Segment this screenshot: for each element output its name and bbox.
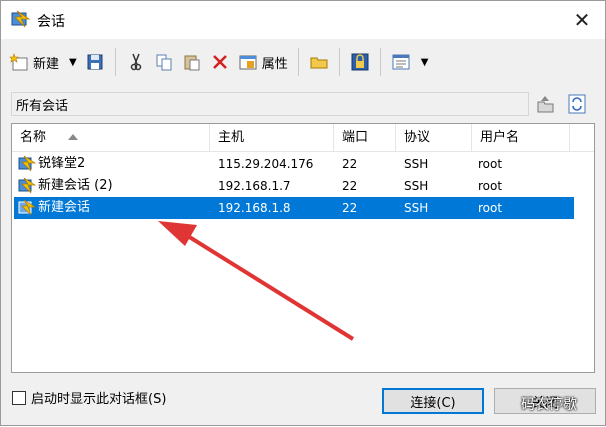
paste-button[interactable] [178, 47, 206, 77]
window-title: 会话 [37, 14, 65, 30]
lock-icon [351, 53, 369, 71]
sort-ascending-icon [68, 134, 78, 140]
session-protocol: SSH [404, 201, 429, 215]
session-port: 22 [342, 201, 358, 215]
session-protocol: SSH [404, 179, 429, 193]
current-path: 所有会话 [16, 99, 69, 114]
cut-icon [130, 53, 141, 71]
close-icon[interactable]: ✕ [559, 1, 605, 39]
toolbar-separator [379, 48, 381, 76]
toolbar-separator [114, 48, 116, 76]
path-tools [535, 93, 587, 115]
title-bar: 会话 ✕ [1, 1, 605, 39]
save-button[interactable] [81, 47, 109, 77]
properties-icon [239, 55, 257, 70]
session-protocol: SSH [404, 157, 429, 171]
table-row[interactable]: 新建会话 (2) 192.168.1.7 22 SSH root [14, 175, 574, 197]
view-button[interactable]: ▼ [387, 47, 433, 77]
toolbar-separator [297, 48, 299, 76]
session-host: 192.168.1.7 [218, 179, 291, 193]
folder-button[interactable] [305, 47, 333, 77]
table-row-selected[interactable]: 新建会话 192.168.1.8 22 SSH root [14, 197, 574, 219]
show-on-startup-checkbox[interactable]: 启动时显示此对话框(S) [12, 388, 166, 407]
properties-button[interactable]: 属性 [234, 47, 292, 77]
session-host: 192.168.1.8 [218, 201, 291, 215]
new-session-icon [9, 53, 28, 71]
checkbox-box[interactable] [12, 390, 26, 405]
session-name: 新建会话 (2) [38, 178, 113, 193]
up-folder-icon[interactable] [535, 93, 555, 115]
session-name: 锐锋堂2 [38, 156, 86, 171]
session-icon [18, 199, 36, 216]
watermark-text: 码农停歇 [521, 397, 577, 413]
session-icon [18, 155, 36, 172]
properties-label: 属性 [261, 56, 288, 72]
list-header: 名称 主机 端口 协议 用户名 [12, 124, 594, 152]
view-icon [392, 54, 410, 70]
toolbar: 新建 ▼ 属性 ▼ [5, 43, 432, 81]
copy-icon [156, 54, 172, 71]
session-user: root [478, 201, 503, 215]
path-bar: 所有会话 [11, 92, 529, 116]
save-icon [87, 54, 103, 70]
session-name: 新建会话 [38, 200, 91, 215]
folder-icon [310, 57, 328, 69]
table-row[interactable]: 锐锋堂2 115.29.204.176 22 SSH root [14, 153, 574, 175]
chevron-down-icon[interactable]: ▼ [69, 57, 77, 68]
session-icon [18, 177, 36, 194]
lock-button[interactable] [346, 47, 374, 77]
session-user: root [478, 157, 503, 171]
sessions-dialog: 会话 ✕ 新建 ▼ 属性 ▼ 所有会话 名称 主机 端口 协议 用户名 锐锋堂2… [0, 0, 606, 426]
session-icon [11, 10, 31, 28]
session-host: 115.29.204.176 [218, 157, 314, 171]
session-port: 22 [342, 157, 358, 171]
show-on-startup-label: 启动时显示此对话框(S) [31, 392, 167, 407]
refresh-icon[interactable] [567, 93, 587, 115]
chevron-down-icon[interactable]: ▼ [421, 57, 429, 68]
paste-icon [184, 55, 200, 71]
delete-icon [212, 55, 227, 69]
column-header-name[interactable]: 名称 [12, 124, 210, 152]
toolbar-separator [338, 48, 340, 76]
copy-button[interactable] [150, 47, 178, 77]
connect-button[interactable]: 连接(C) [382, 388, 484, 414]
column-header-protocol[interactable]: 协议 [396, 124, 472, 152]
cut-button[interactable] [122, 47, 150, 77]
delete-button[interactable] [206, 47, 234, 77]
session-list[interactable]: 名称 主机 端口 协议 用户名 锐锋堂2 115.29.204.176 22 S… [11, 123, 595, 373]
column-header-host[interactable]: 主机 [210, 124, 334, 152]
column-header-username[interactable]: 用户名 [472, 124, 570, 152]
session-port: 22 [342, 179, 358, 193]
new-session-label: 新建 [33, 56, 60, 72]
new-session-button[interactable]: 新建 ▼ [5, 47, 81, 77]
column-header-port[interactable]: 端口 [334, 124, 396, 152]
session-user: root [478, 179, 503, 193]
